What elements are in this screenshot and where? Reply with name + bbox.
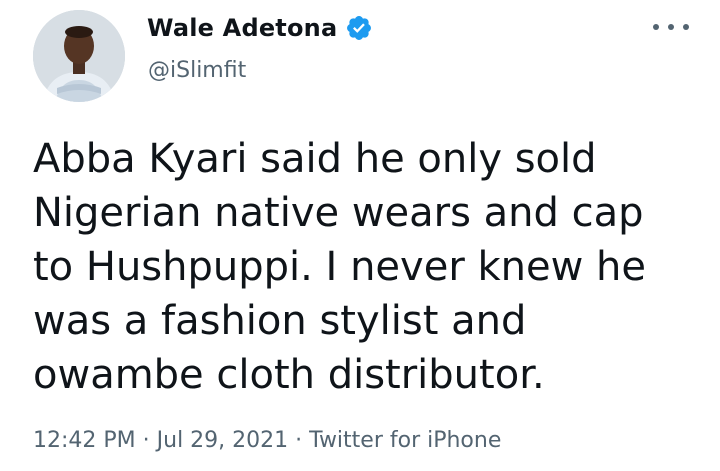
tweet-date[interactable]: Jul 29, 2021 (157, 428, 289, 453)
tweet-line: was a fashion stylist and (33, 298, 527, 344)
author-display-name[interactable]: Wale Adetona (147, 14, 337, 42)
avatar-photo (33, 10, 125, 102)
meta-separator: · (288, 428, 310, 453)
more-dot (668, 24, 674, 30)
tweet-source[interactable]: Twitter for iPhone (309, 428, 501, 453)
avatar[interactable] (33, 10, 125, 102)
more-options-icon[interactable] (653, 16, 689, 38)
tweet-metadata: 12:42 PM · Jul 29, 2021 · Twitter for iP… (33, 428, 501, 453)
more-dot (653, 24, 659, 30)
tweet-line: to Hushpuppi. I never knew he (33, 244, 646, 290)
more-dot (683, 24, 689, 30)
author-handle[interactable]: @iSlimfit (148, 58, 246, 83)
verified-badge-icon (345, 14, 373, 42)
tweet-line: Nigerian native wears and cap (33, 190, 644, 236)
meta-separator: · (135, 428, 157, 453)
tweet-line: owambe cloth distributor. (33, 352, 545, 398)
tweet-time[interactable]: 12:42 PM (33, 428, 136, 453)
tweet-line: Abba Kyari said he only sold (33, 136, 597, 182)
author-name-row: Wale Adetona (147, 14, 373, 42)
tweet-text: Abba Kyari said he only sold Nigerian na… (33, 132, 703, 402)
